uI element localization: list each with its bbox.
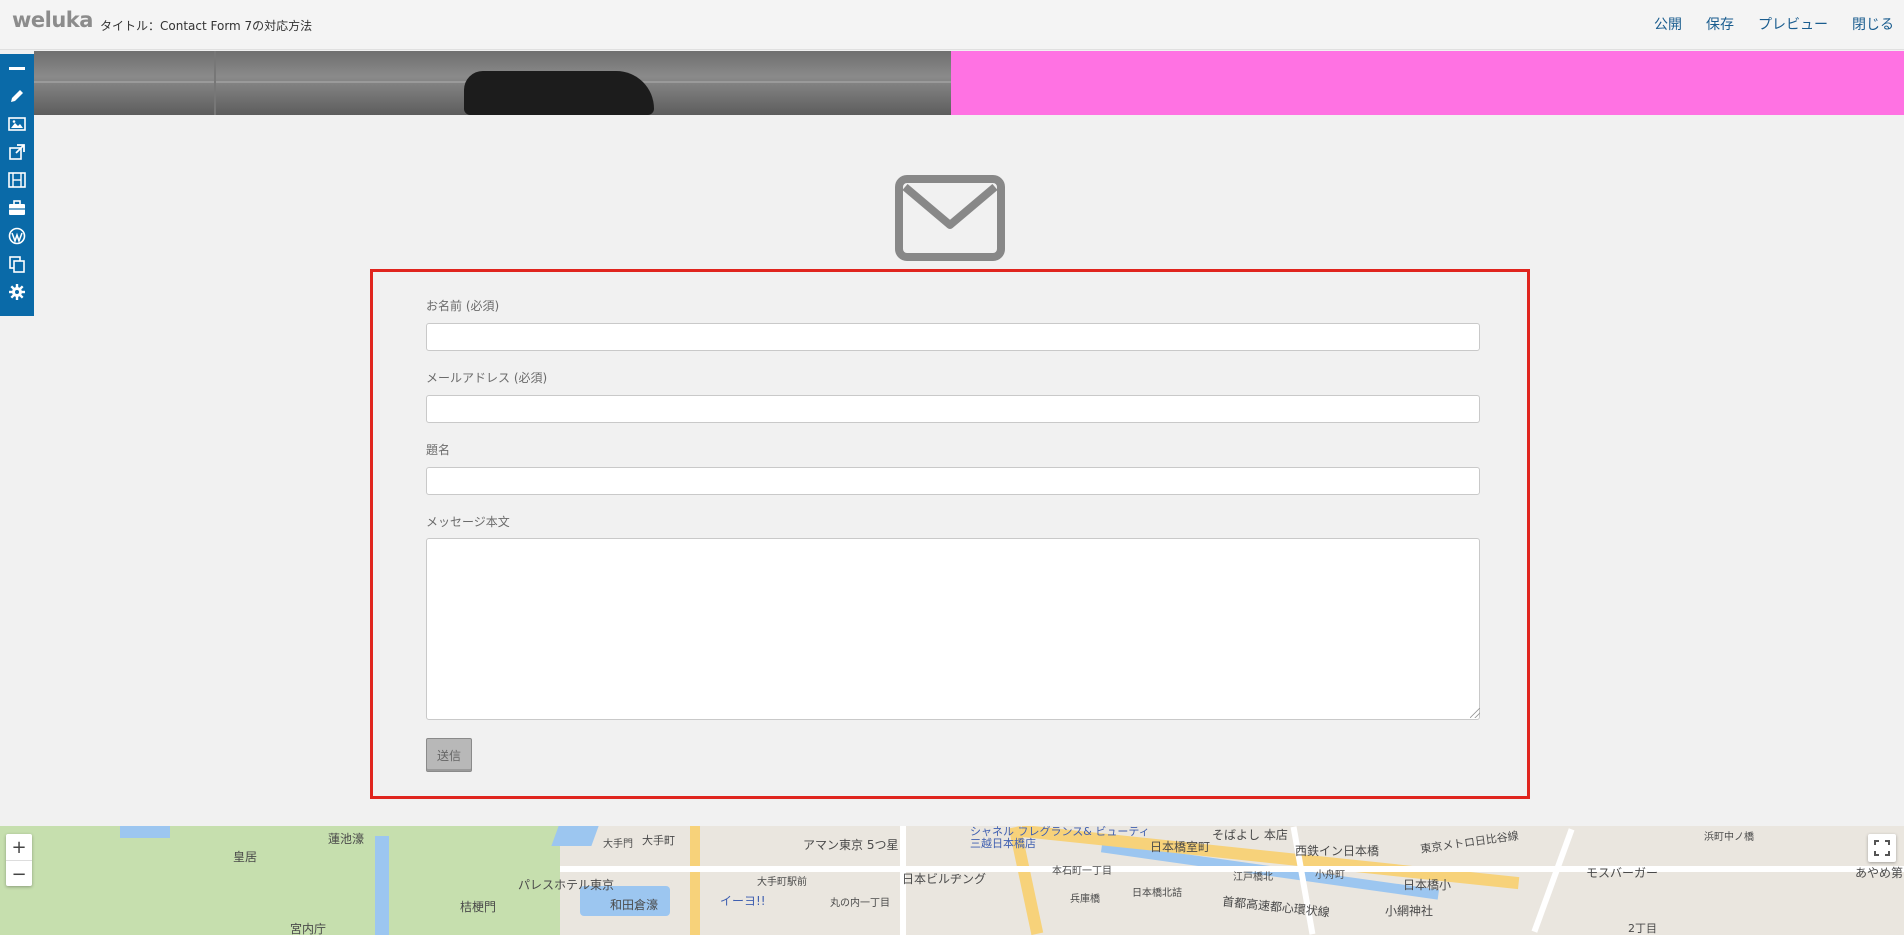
name-field[interactable] xyxy=(426,323,1480,351)
image-icon[interactable] xyxy=(0,110,34,138)
subject-field[interactable] xyxy=(426,467,1480,495)
map-label: 東京メトロ日比谷線 xyxy=(1419,829,1520,856)
map-label: アマン東京 5つ星 xyxy=(803,838,899,852)
map-label: あやめ第 xyxy=(1855,866,1904,880)
gear-icon[interactable] xyxy=(0,278,34,306)
map-label: 小舟町 xyxy=(1315,870,1345,881)
fullscreen-icon xyxy=(1874,840,1890,856)
hero-color-block xyxy=(951,51,1904,115)
briefcase-icon[interactable] xyxy=(0,194,34,222)
map-label: 西鉄イン日本橋 xyxy=(1295,844,1380,858)
map-label: 江戸橋北 xyxy=(1233,872,1273,883)
map-label: 大手町 xyxy=(642,834,675,847)
preview-link[interactable]: プレビュー xyxy=(1758,14,1828,34)
map-label: 皇居 xyxy=(233,850,258,864)
map-label: 宮内庁 xyxy=(290,922,327,935)
zoom-out-button[interactable]: − xyxy=(6,861,32,887)
map-label: 大手門 xyxy=(603,839,633,850)
map-zoom-control: + − xyxy=(6,834,32,886)
map-label: イーヨ!! xyxy=(720,894,766,908)
map[interactable]: 蓮池濠 皇居 パレスホテル東京 和田倉濠 桔梗門 宮内庁 大手門 大手町 アマン… xyxy=(0,826,1904,935)
map-label: パレスホテル東京 xyxy=(518,878,615,892)
map-label: 蓮池濠 xyxy=(328,832,365,846)
publish-link[interactable]: 公開 xyxy=(1654,14,1682,34)
map-label: 日本橋室町 xyxy=(1150,840,1211,854)
email-label: メールアドレス (必須) xyxy=(426,371,548,385)
map-label: 首都高速都心環状線 xyxy=(1221,894,1331,920)
hero-image xyxy=(34,51,951,115)
envelope-icon xyxy=(895,175,1005,261)
message-textarea[interactable] xyxy=(426,538,1480,720)
zoom-in-button[interactable]: + xyxy=(6,834,32,861)
map-label: 丸の内一丁目 xyxy=(830,898,890,909)
logo: weluka xyxy=(12,8,93,32)
external-link-icon[interactable] xyxy=(0,138,34,166)
film-icon[interactable] xyxy=(0,166,34,194)
map-label: シャネル フレグランス& ビューティ 三越日本橋店 xyxy=(970,826,1150,850)
map-label: 2丁目 xyxy=(1628,922,1657,935)
map-label: 日本ビルヂング xyxy=(902,872,987,886)
contact-form: お名前 (必須) メールアドレス (必須) 題名 メッセージ本文 送信 xyxy=(370,269,1530,799)
map-label: 桔梗門 xyxy=(460,900,497,914)
resize-handle[interactable] xyxy=(1470,708,1480,718)
map-label: 大手町駅前 xyxy=(757,877,807,888)
subject-label: 題名 xyxy=(426,443,451,457)
top-bar: weluka タイトル：Contact Form 7の対応方法 公開 保存 プレ… xyxy=(0,0,1904,50)
map-label: 小網神社 xyxy=(1385,904,1434,918)
map-label: 和田倉濠 xyxy=(610,898,659,912)
map-label: 本石町一丁目 xyxy=(1052,866,1112,877)
map-label: モスバーガー xyxy=(1586,866,1659,880)
wordpress-icon[interactable] xyxy=(0,222,34,250)
header-actions: 公開 保存 プレビュー 閉じる xyxy=(1630,14,1894,34)
close-link[interactable]: 閉じる xyxy=(1852,14,1894,34)
minus-icon[interactable] xyxy=(0,54,34,82)
name-label: お名前 (必須) xyxy=(426,299,500,313)
save-link[interactable]: 保存 xyxy=(1706,14,1734,34)
editor-toolbar xyxy=(0,54,34,316)
pencil-icon[interactable] xyxy=(0,82,34,110)
submit-button[interactable]: 送信 xyxy=(426,738,472,772)
map-label: そばよし 本店 xyxy=(1212,828,1288,842)
map-label: 日本橋小 xyxy=(1403,878,1452,892)
map-label: 兵庫橋 xyxy=(1070,894,1100,905)
map-label: 浜町中ノ橋 xyxy=(1704,832,1754,843)
message-label: メッセージ本文 xyxy=(426,515,510,529)
map-label: 日本橋北詰 xyxy=(1132,888,1182,899)
email-field[interactable] xyxy=(426,395,1480,423)
copy-icon[interactable] xyxy=(0,250,34,278)
page-title: タイトル：Contact Form 7の対応方法 xyxy=(100,19,313,33)
fullscreen-button[interactable] xyxy=(1868,834,1896,862)
